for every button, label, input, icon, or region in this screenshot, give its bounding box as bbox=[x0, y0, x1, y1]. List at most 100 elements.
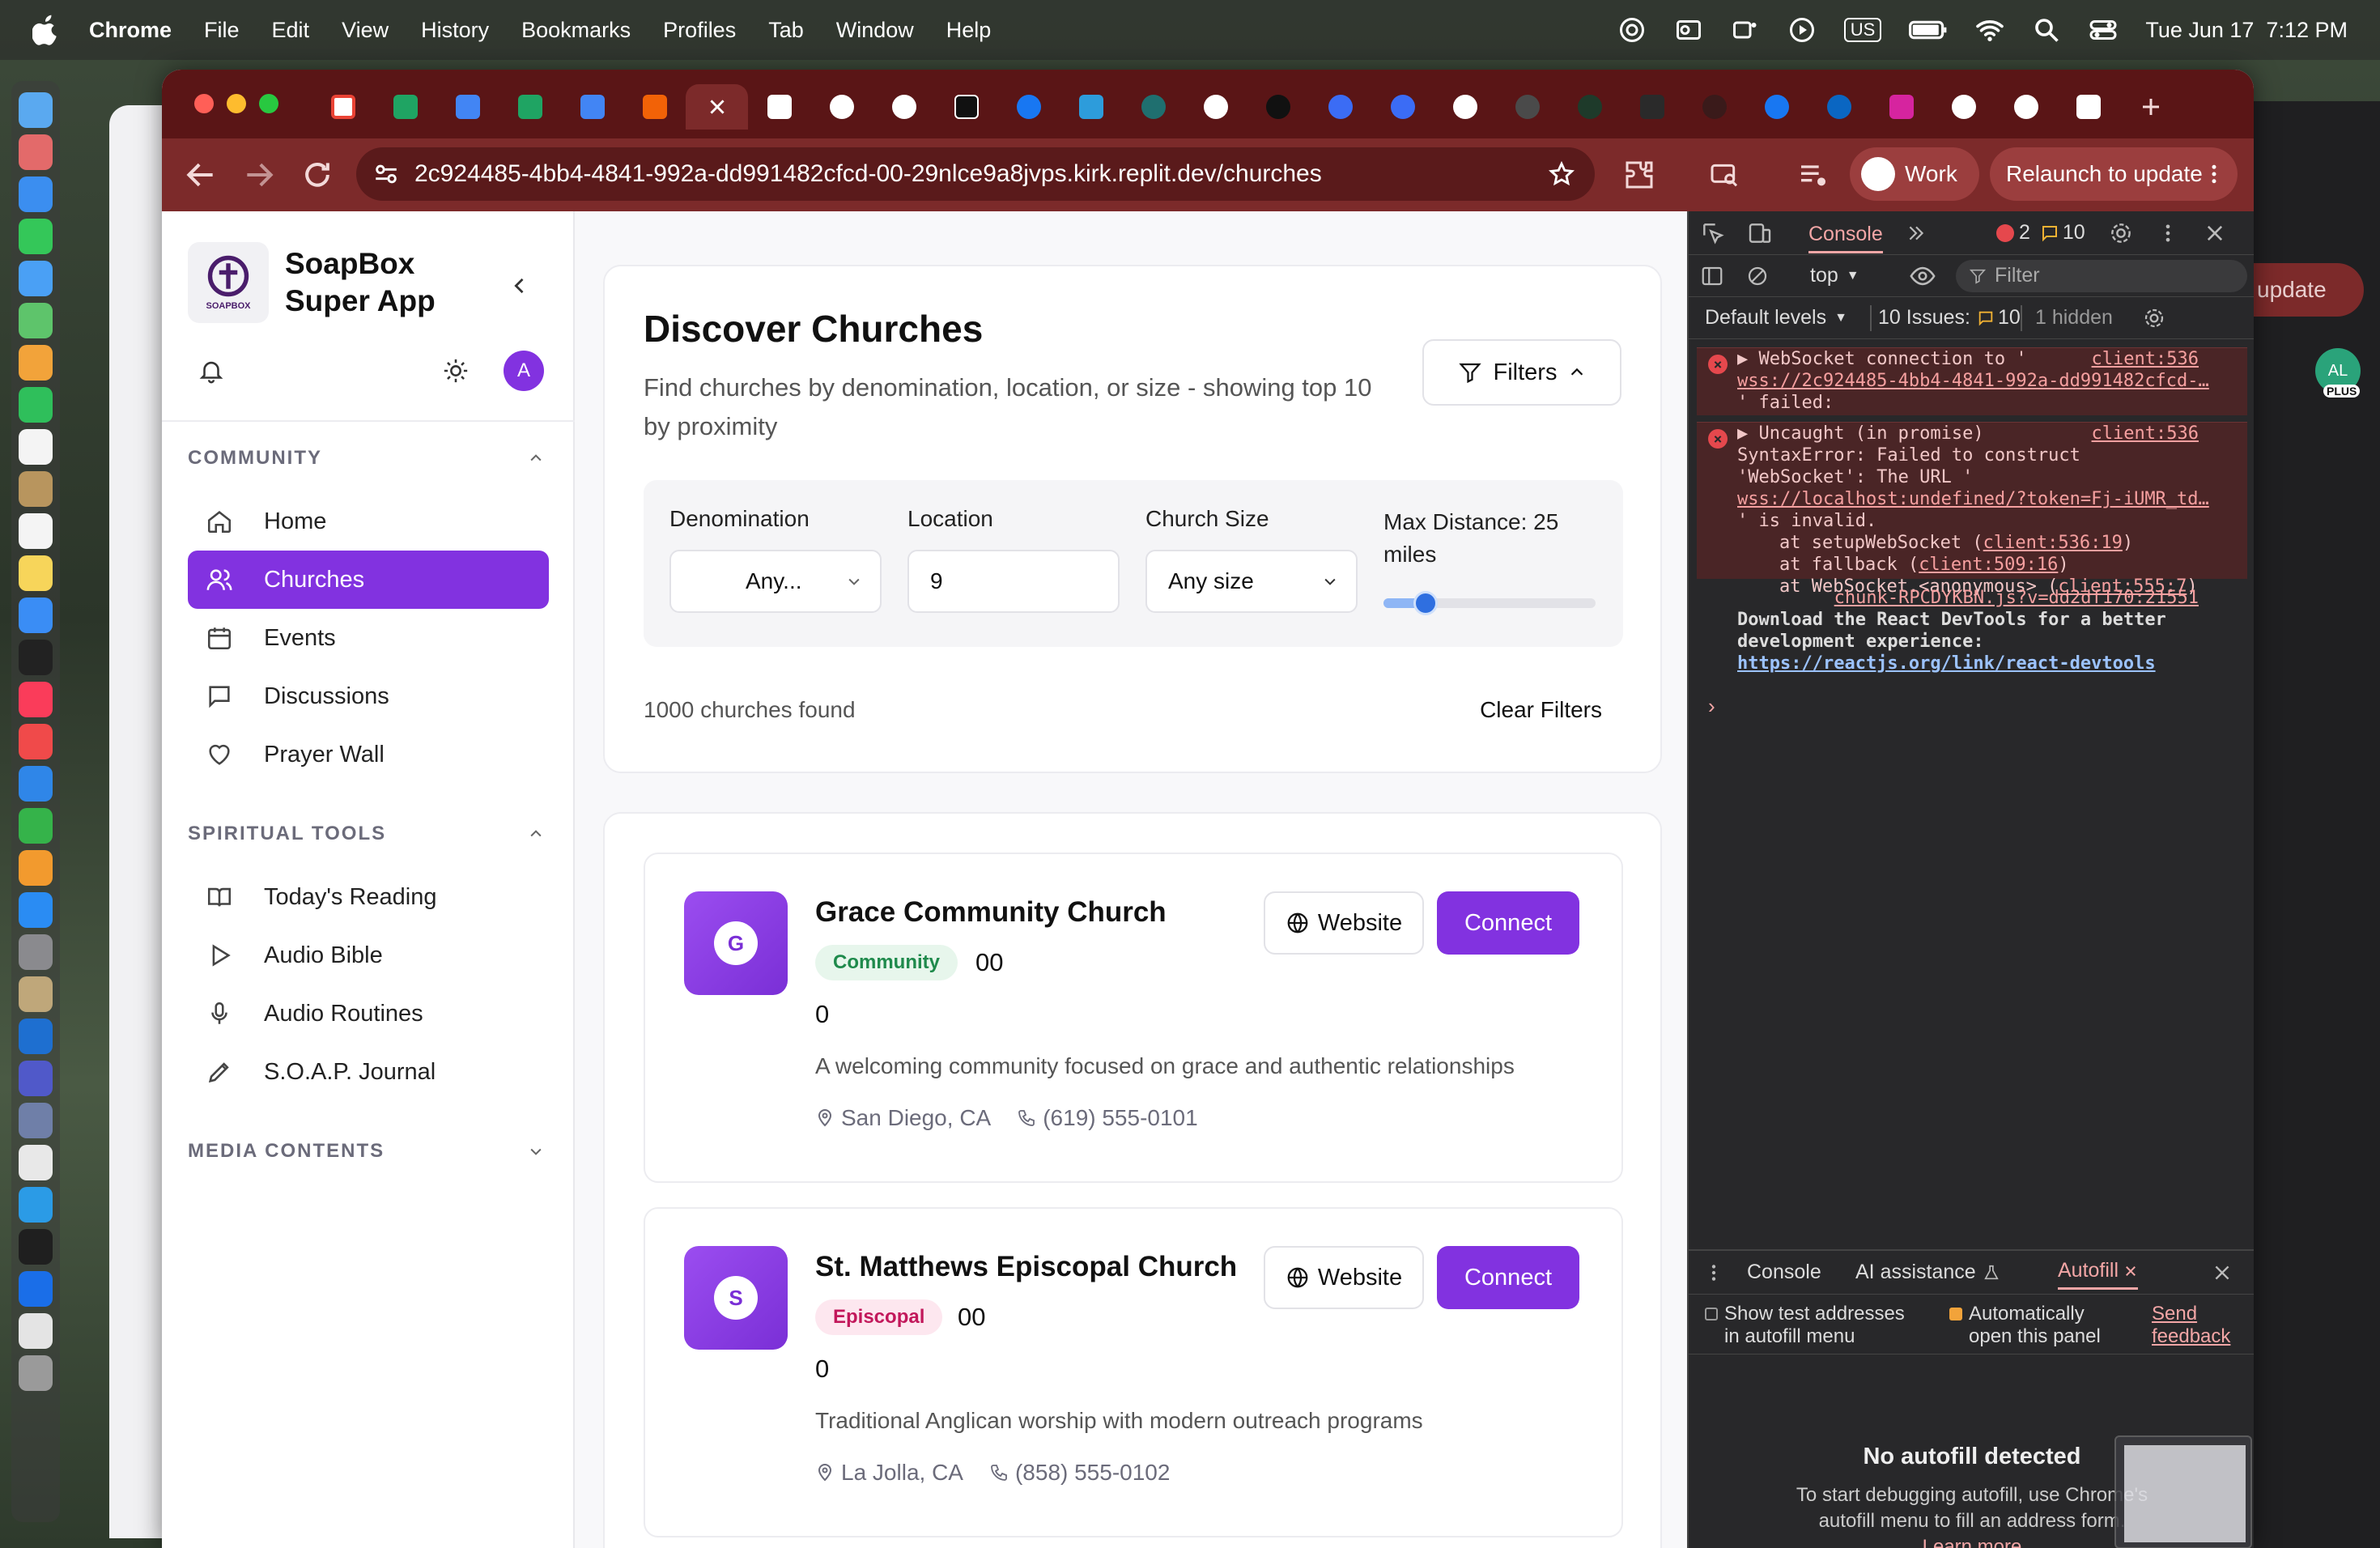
preview-icon[interactable] bbox=[19, 976, 53, 1012]
system-settings-icon[interactable] bbox=[19, 934, 53, 970]
tab-github-2[interactable] bbox=[1434, 84, 1496, 130]
chrome-dock-icon[interactable] bbox=[19, 1145, 53, 1180]
devtools-menu-icon[interactable] bbox=[2157, 222, 2179, 245]
url-text[interactable]: 2c924485-4bb4-4841-992a-dd991482cfcd-00-… bbox=[414, 160, 1322, 188]
menu-app-name[interactable]: Chrome bbox=[89, 18, 172, 43]
stack-frame-link[interactable]: client:536:19 bbox=[1983, 533, 2123, 553]
menu-view[interactable]: View bbox=[342, 18, 389, 43]
reminders-icon[interactable] bbox=[19, 513, 53, 549]
church-phone[interactable]: (619) 555-0101 bbox=[1043, 1105, 1197, 1131]
connect-button[interactable]: Connect bbox=[1437, 1246, 1579, 1309]
apple-icon[interactable] bbox=[32, 14, 60, 46]
menu-tab[interactable]: Tab bbox=[768, 18, 804, 43]
settings-gear-icon[interactable] bbox=[2108, 220, 2134, 246]
tab-replit[interactable] bbox=[623, 84, 686, 130]
tab-docs[interactable] bbox=[436, 84, 499, 130]
keynote-icon[interactable] bbox=[19, 766, 53, 802]
tab-perplexity[interactable] bbox=[1122, 84, 1184, 130]
finder-icon[interactable] bbox=[19, 92, 53, 128]
news-icon[interactable] bbox=[19, 724, 53, 759]
close-drawer-icon[interactable] bbox=[2212, 1262, 2233, 1283]
console-prompt-icon[interactable]: › bbox=[1708, 694, 1715, 719]
tab-facebook-2[interactable] bbox=[1745, 84, 1808, 130]
tab-app[interactable] bbox=[1060, 84, 1122, 130]
console-settings-gear-icon[interactable] bbox=[2142, 306, 2166, 330]
collapse-sidebar-icon[interactable] bbox=[508, 274, 531, 297]
onepassword-icon[interactable] bbox=[19, 1271, 53, 1307]
tab-gmail[interactable] bbox=[312, 84, 374, 130]
photos-icon[interactable] bbox=[19, 345, 53, 381]
live-expression-eye-icon[interactable] bbox=[1909, 262, 1936, 290]
menu-profiles[interactable]: Profiles bbox=[663, 18, 736, 43]
app-store-icon[interactable] bbox=[19, 892, 53, 928]
tab-openai-2[interactable] bbox=[1247, 84, 1309, 130]
tab-instagram[interactable] bbox=[1870, 84, 1932, 130]
filters-button[interactable]: Filters bbox=[1422, 339, 1621, 406]
tab-docs-2[interactable] bbox=[561, 84, 623, 130]
tab-ext-1[interactable] bbox=[1309, 84, 1371, 130]
sidebar-toggle-icon[interactable] bbox=[1700, 264, 1724, 288]
bell-icon[interactable] bbox=[198, 357, 225, 385]
close-tab-icon[interactable] bbox=[707, 96, 728, 117]
tab-console[interactable]: Console bbox=[1808, 223, 1883, 253]
outlook-dock-icon[interactable] bbox=[19, 1019, 53, 1054]
screen-thumbnail[interactable] bbox=[2114, 1435, 2252, 1548]
tab-sheets-2[interactable] bbox=[499, 84, 561, 130]
menu-edit[interactable]: Edit bbox=[272, 18, 310, 43]
info-source-link[interactable]: chunk-RPCDYKBN.js?v=dd2df170:21551 bbox=[1737, 587, 2239, 609]
error-count-badge[interactable]: 2 10 bbox=[1996, 221, 2085, 245]
drawer-tab-console[interactable]: Console bbox=[1747, 1261, 1821, 1284]
document-icon[interactable] bbox=[19, 1313, 53, 1349]
chevron-down-icon[interactable] bbox=[528, 1143, 544, 1159]
section-media-contents[interactable]: MEDIA CONTENTS bbox=[188, 1140, 385, 1163]
clear-filters-button[interactable]: Clear Filters bbox=[1480, 697, 1602, 723]
location-input[interactable] bbox=[907, 550, 1120, 613]
safari-icon[interactable] bbox=[19, 176, 53, 212]
sidebar-item-discussions[interactable]: Discussions bbox=[188, 667, 549, 725]
address-bar[interactable]: 2c924485-4bb4-4841-992a-dd991482cfcd-00-… bbox=[356, 147, 1595, 201]
tab-google[interactable] bbox=[1184, 84, 1247, 130]
battery-icon[interactable] bbox=[1909, 15, 1948, 45]
tab-openai[interactable] bbox=[873, 84, 935, 130]
error-url-link[interactable]: wss://2c924485-4bb4-4841-992a-dd991482cf… bbox=[1737, 370, 2247, 392]
calendar-app-icon[interactable] bbox=[19, 429, 53, 465]
distance-slider-thumb[interactable] bbox=[1413, 591, 1438, 615]
relaunch-button[interactable]: Relaunch to update bbox=[1990, 147, 2238, 201]
clear-console-icon[interactable] bbox=[1745, 264, 1770, 288]
music-icon[interactable] bbox=[19, 682, 53, 717]
drawer-menu-icon[interactable] bbox=[1703, 1262, 1724, 1283]
sidebar-item-audio-routines[interactable]: Audio Routines bbox=[188, 985, 549, 1043]
error-source-link[interactable]: client:536 bbox=[2092, 348, 2199, 370]
distance-slider[interactable] bbox=[1383, 591, 1596, 615]
show-test-addresses-option[interactable]: Show test addresses in autofill menu bbox=[1705, 1303, 1905, 1348]
close-tab-icon[interactable] bbox=[2123, 1264, 2138, 1278]
log-levels-dropdown[interactable]: Default levels ▼ bbox=[1705, 306, 1847, 330]
maps-icon[interactable] bbox=[19, 303, 53, 338]
tab-facebook[interactable] bbox=[997, 84, 1060, 130]
tab-dark[interactable] bbox=[1683, 84, 1745, 130]
media-control-icon[interactable] bbox=[1797, 159, 1830, 191]
error-source-link[interactable]: client:536 bbox=[2092, 423, 2199, 444]
auto-open-option[interactable]: Automatically open this panel bbox=[1949, 1303, 2101, 1348]
more-tabs-icon[interactable] bbox=[1906, 223, 1927, 244]
play-circle-icon[interactable] bbox=[1787, 15, 1817, 45]
close-window-button[interactable] bbox=[194, 94, 214, 113]
sidebar-item-audio-bible[interactable]: Audio Bible bbox=[188, 926, 549, 985]
connect-button[interactable]: Connect bbox=[1437, 891, 1579, 955]
website-button[interactable]: Website bbox=[1264, 891, 1424, 955]
cast-search-icon[interactable] bbox=[1708, 159, 1740, 191]
forward-icon[interactable] bbox=[241, 157, 277, 193]
tab-amazon[interactable] bbox=[2057, 84, 2119, 130]
numbers-icon[interactable] bbox=[19, 808, 53, 844]
send-feedback-link[interactable]: Send feedback bbox=[2152, 1303, 2230, 1348]
menu-bookmarks[interactable]: Bookmarks bbox=[521, 18, 631, 43]
close-devtools-icon[interactable] bbox=[2204, 222, 2226, 245]
tab-site[interactable] bbox=[748, 84, 810, 130]
extensions-icon[interactable] bbox=[1623, 159, 1655, 191]
chevron-up-icon[interactable] bbox=[528, 826, 544, 842]
trash-icon[interactable] bbox=[19, 1355, 53, 1391]
facetime-icon[interactable] bbox=[19, 387, 53, 423]
user-avatar[interactable]: A bbox=[504, 351, 544, 391]
church-name[interactable]: St. Matthews Episcopal Church bbox=[815, 1251, 1237, 1283]
sidebar-item-home[interactable]: Home bbox=[188, 492, 549, 551]
